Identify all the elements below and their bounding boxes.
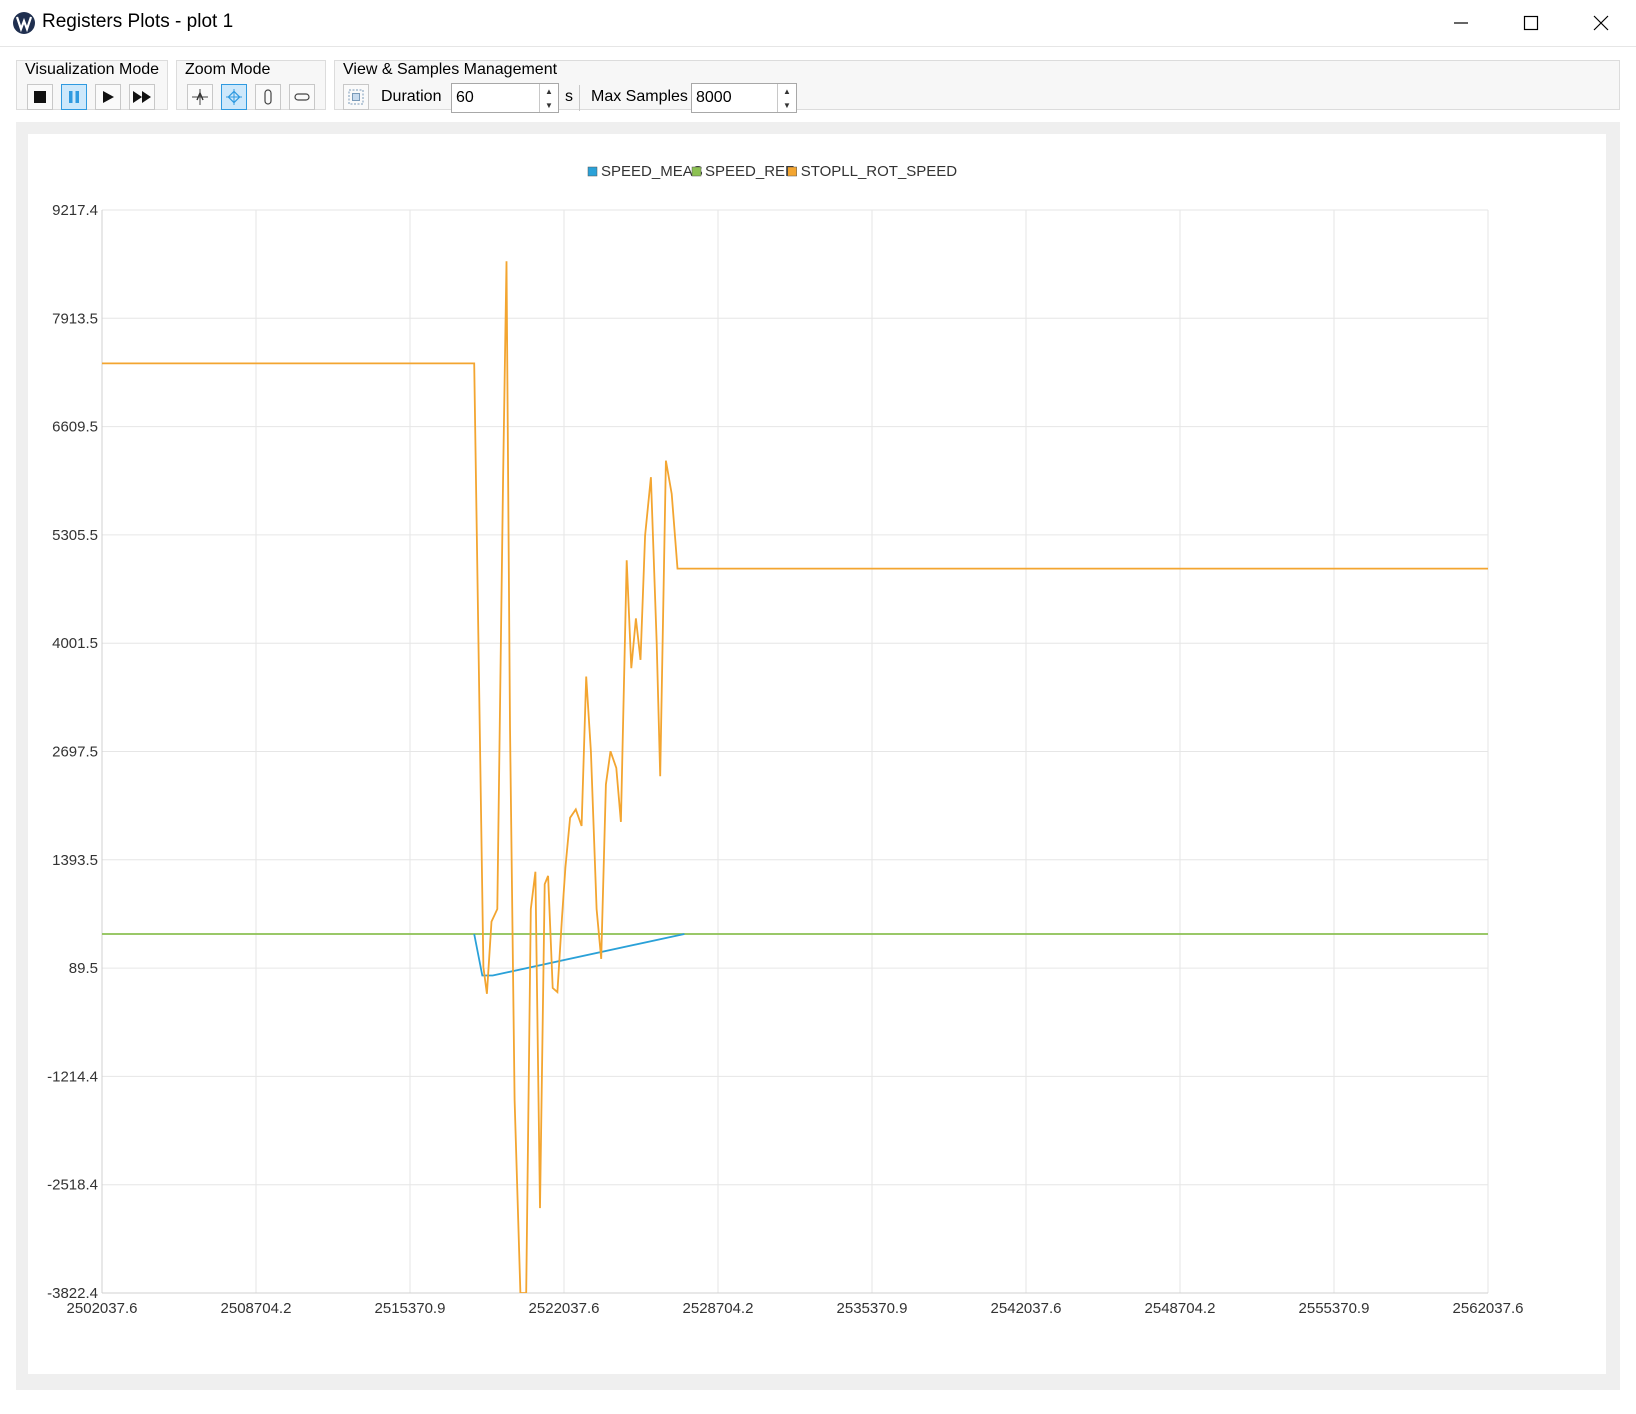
- x-tick-label: 2562037.6: [1453, 1300, 1524, 1317]
- line-chart[interactable]: 2502037.6 2508704.2 2515370.9 2522037.6 2528…: [28, 134, 1606, 1374]
- x-tick-label: 2542037.6: [991, 1300, 1062, 1317]
- visualization-mode-label: Visualization Mode: [25, 61, 160, 78]
- zoom-vertical-button[interactable]: [255, 84, 281, 110]
- close-icon: [1593, 15, 1609, 31]
- x-tick-label: 2555370.9: [1299, 1300, 1370, 1317]
- y-tick-label: 7913.5: [52, 310, 98, 327]
- x-tick-label: 2548704.2: [1145, 1300, 1216, 1317]
- y-tick-label: 4001.5: [52, 635, 98, 652]
- play-button[interactable]: [95, 84, 121, 110]
- legend-item[interactable]: SPEED_MEAS: [587, 163, 703, 180]
- zoom-mode-group: Zoom Mode: [176, 60, 326, 110]
- y-tick-label: 89.5: [69, 960, 98, 977]
- x-tick-label: 2515370.9: [375, 1300, 446, 1317]
- view-samples-label: View & Samples Management: [343, 61, 558, 78]
- x-tick-label: 2528704.2: [683, 1300, 754, 1317]
- duration-unit: s: [565, 88, 573, 105]
- visualization-mode-group: Visualization Mode: [16, 60, 168, 110]
- stop-button[interactable]: [27, 84, 53, 110]
- legend-item[interactable]: SPEED_REF: [691, 163, 794, 180]
- y-tick-label: 1393.5: [52, 852, 98, 869]
- series-line-stopll-rot-speed: [102, 261, 1488, 1293]
- fast-forward-button[interactable]: [129, 84, 155, 110]
- app-logo-icon: [13, 12, 35, 34]
- maximize-button[interactable]: [1496, 0, 1566, 46]
- chart-area[interactable]: 2502037.6 2508704.2 2515370.9 2522037.6 2528…: [28, 134, 1606, 1374]
- duration-spinbox[interactable]: 60 ▲ ▼: [451, 83, 559, 113]
- legend-label: STOPLL_ROT_SPEED: [801, 163, 958, 180]
- max-samples-down-icon[interactable]: ▼: [778, 98, 796, 112]
- legend-label: SPEED_MEAS: [601, 163, 703, 180]
- zoom-xy-icon: [192, 89, 208, 105]
- y-tick-label: -3822.4: [47, 1285, 98, 1302]
- y-tick-label: -2518.4: [47, 1177, 98, 1194]
- separator: [579, 85, 580, 111]
- y-tick-label: 6609.5: [52, 419, 98, 436]
- play-icon: [103, 91, 114, 103]
- maximize-icon: [1523, 15, 1539, 31]
- fast-forward-icon: [133, 91, 151, 103]
- zoom-rect-button[interactable]: [221, 84, 247, 110]
- legend-swatch: [587, 166, 598, 177]
- y-tick-label: 5305.5: [52, 527, 98, 544]
- zoom-rect-icon: [226, 89, 242, 105]
- y-tick-label: -1214.4: [47, 1068, 98, 1085]
- duration-down-icon[interactable]: ▼: [540, 98, 558, 112]
- max-samples-up-icon[interactable]: ▲: [778, 84, 796, 98]
- duration-value[interactable]: 60: [456, 89, 474, 107]
- zoom-xy-button[interactable]: [187, 84, 213, 110]
- stop-icon: [34, 91, 46, 103]
- window-title: Registers Plots - plot 1: [42, 11, 234, 32]
- duration-up-icon[interactable]: ▲: [540, 84, 558, 98]
- title-bar: Registers Plots - plot 1: [0, 0, 1636, 47]
- toolbar: Visualization Mode Zoom Mode View & Samp…: [16, 60, 1620, 113]
- zoom-vertical-icon: [264, 89, 272, 105]
- legend-swatch: [787, 166, 797, 177]
- y-tick-label: 2697.5: [52, 744, 98, 761]
- y-tick-label: 9217.4: [52, 202, 98, 219]
- legend-label: SPEED_REF: [705, 163, 794, 180]
- pause-button[interactable]: [61, 84, 87, 110]
- view-samples-group: View & Samples Management Duration 60 ▲ …: [334, 60, 1620, 113]
- zoom-mode-label: Zoom Mode: [185, 61, 271, 78]
- x-tick-label: 2535370.9: [837, 1300, 908, 1317]
- pause-icon: [69, 91, 79, 103]
- minimize-button[interactable]: [1426, 0, 1496, 46]
- legend-swatch: [691, 166, 702, 177]
- max-samples-spinbox[interactable]: 8000 ▲ ▼: [691, 83, 797, 113]
- fit-view-button[interactable]: [343, 84, 369, 110]
- minimize-icon: [1454, 22, 1468, 24]
- duration-label: Duration: [381, 88, 442, 105]
- max-samples-value[interactable]: 8000: [696, 89, 732, 107]
- fit-view-icon: [348, 89, 364, 105]
- max-samples-label: Max Samples: [591, 88, 688, 105]
- zoom-horizontal-button[interactable]: [289, 84, 315, 110]
- duration-spin-arrows[interactable]: ▲ ▼: [539, 84, 558, 112]
- x-tick-label: 2508704.2: [221, 1300, 292, 1317]
- series-line-speed-meas: [473, 933, 685, 977]
- x-tick-label: 2522037.6: [529, 1300, 600, 1317]
- chart-panel: 2502037.6 2508704.2 2515370.9 2522037.6 2528…: [16, 122, 1620, 1390]
- max-samples-spin-arrows[interactable]: ▲ ▼: [777, 84, 796, 112]
- x-tick-label: 2502037.6: [67, 1300, 138, 1317]
- legend-item[interactable]: STOPLL_ROT_SPEED: [787, 163, 958, 180]
- close-button[interactable]: [1566, 0, 1636, 46]
- zoom-horizontal-icon: [294, 93, 310, 101]
